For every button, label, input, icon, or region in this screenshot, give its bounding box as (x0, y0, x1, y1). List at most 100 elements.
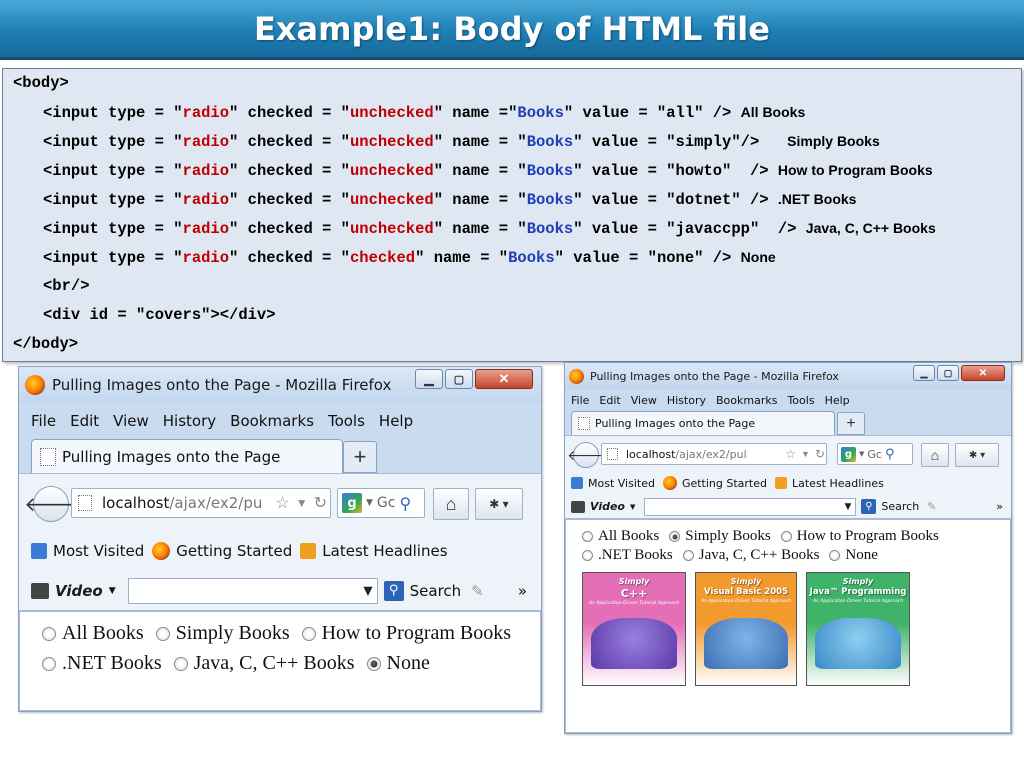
menu-tools[interactable]: Tools (787, 394, 814, 407)
menu-edit[interactable]: Edit (599, 394, 620, 407)
bookmark-star-icon[interactable]: ☆ (785, 447, 796, 461)
cover-illustration (815, 617, 901, 670)
radio-none[interactable] (829, 550, 841, 561)
menu-help[interactable]: Help (825, 394, 850, 407)
video-search-input[interactable] (127, 577, 378, 604)
engine-dropdown-icon[interactable]: ▼ (366, 498, 373, 508)
code-input-prefix: <input type = " (43, 249, 183, 267)
code-name-attr: " name =" (433, 104, 518, 122)
cover-title: C++ (620, 587, 648, 600)
maximize-icon[interactable]: ▢ (937, 365, 959, 381)
search-icon[interactable]: ⚲ (885, 447, 895, 462)
close-icon[interactable]: ✕ (961, 365, 1005, 381)
bookmark-getting-started[interactable]: Getting Started (152, 542, 292, 560)
addon-icon[interactable]: ✱ ▾ (955, 443, 999, 467)
radio-javaccpp[interactable] (682, 550, 694, 561)
back-arrow-icon[interactable]: 🡐 (567, 442, 605, 468)
search-box-placeholder: Gc (867, 447, 882, 461)
cover-subtitle: An Application-Driven Tutorial Approach (588, 601, 680, 606)
radio-all[interactable] (582, 531, 593, 542)
dropdown-arrow-icon[interactable]: ▼ (296, 496, 308, 510)
radio-label: Simply Books (175, 622, 290, 644)
menu-bookmarks[interactable]: Bookmarks (716, 394, 777, 407)
search-box-placeholder: Gc (376, 495, 396, 511)
cover-subtitle: An Application-Driven Tutorial Approach (812, 599, 904, 604)
addon-icon[interactable]: ✱ ▾ (475, 488, 523, 520)
search-button-label[interactable]: Search (410, 582, 462, 600)
code-checked-attr: " checked = " (229, 220, 350, 238)
minimize-icon[interactable]: ▁ (913, 365, 935, 381)
home-icon[interactable]: ⌂ (921, 443, 949, 467)
radio-dotnet[interactable] (582, 550, 593, 561)
close-icon[interactable]: ✕ (475, 369, 533, 389)
radio-howto[interactable] (780, 531, 792, 542)
pen-icon[interactable]: ✎ (471, 582, 484, 600)
code-value-attr: " value = "howto" /> (573, 162, 769, 180)
search-icon[interactable]: ⚲ (399, 494, 411, 513)
code-label: All Books (740, 104, 806, 120)
menu-bar: File Edit View History Bookmarks Tools H… (19, 407, 541, 435)
code-input-line: <input type = "radio" checked = "uncheck… (43, 189, 856, 209)
code-input-line: <input type = "radio" checked = "uncheck… (43, 218, 936, 238)
search-icon[interactable]: ⚲ (861, 499, 877, 514)
code-value-attr: " value = "dotnet" /> (573, 191, 769, 209)
menu-edit[interactable]: Edit (70, 412, 99, 430)
overflow-chevron-icon[interactable]: » (996, 500, 1003, 513)
bookmark-getting-started[interactable]: Getting Started (662, 476, 767, 490)
search-box[interactable]: g ▼ Gc ⚲ (837, 443, 913, 465)
bookmark-latest-headlines[interactable]: Latest Headlines (775, 477, 884, 490)
minimize-icon[interactable]: ▁ (415, 369, 443, 389)
radio-simply[interactable] (669, 531, 681, 542)
menu-bookmarks[interactable]: Bookmarks (230, 412, 314, 430)
new-tab-button[interactable]: + (343, 441, 377, 473)
dropdown-arrow-icon[interactable]: ▼ (801, 449, 810, 459)
code-value-attr: " value = "none" /> (554, 249, 732, 267)
code-input-prefix: <input type = " (43, 133, 183, 151)
radio-simply[interactable] (155, 626, 170, 641)
menu-view[interactable]: View (631, 394, 657, 407)
new-tab-button[interactable]: + (837, 412, 865, 435)
search-box[interactable]: g ▼ Gc ⚲ (337, 488, 425, 518)
menu-history[interactable]: History (163, 412, 216, 430)
menu-history[interactable]: History (667, 394, 706, 407)
menu-file[interactable]: File (571, 394, 589, 407)
bookmark-most-visited[interactable]: Most Visited (571, 477, 655, 490)
reload-icon[interactable]: ↻ (815, 447, 825, 461)
pen-icon[interactable]: ✎ (927, 500, 936, 513)
menu-help[interactable]: Help (379, 412, 413, 430)
maximize-icon[interactable]: ▢ (445, 369, 473, 389)
tab-active[interactable]: Pulling Images onto the Page (31, 439, 343, 473)
menu-file[interactable]: File (31, 412, 56, 430)
bookmark-star-icon[interactable]: ☆ (275, 493, 289, 513)
bookmark-most-visited[interactable]: Most Visited (31, 542, 144, 560)
video-dropdown-icon[interactable]: ▼ (109, 586, 116, 596)
search-icon[interactable]: ⚲ (383, 580, 404, 601)
video-dropdown-icon[interactable]: ▼ (630, 503, 635, 511)
bookmark-label: Latest Headlines (792, 476, 884, 490)
home-icon[interactable]: ⌂ (433, 488, 469, 520)
cover-series: Simply (842, 577, 874, 586)
cover-series: Simply (618, 577, 650, 586)
book-cover[interactable]: Simply Java™ Programming An Application-… (806, 572, 910, 686)
back-arrow-icon[interactable]: 🡐 (24, 486, 78, 522)
code-type-value: radio (182, 133, 230, 151)
reload-icon[interactable]: ↻ (314, 493, 327, 513)
code-checked-value: unchecked (349, 220, 434, 238)
radio-none[interactable] (366, 656, 381, 671)
radio-howto[interactable] (301, 626, 316, 641)
video-search-input[interactable] (644, 497, 857, 516)
bookmark-latest-headlines[interactable]: Latest Headlines (300, 542, 448, 560)
book-cover[interactable]: Simply Visual Basic 2005 An Application-… (695, 572, 797, 686)
menu-tools[interactable]: Tools (328, 412, 365, 430)
overflow-chevron-icon[interactable]: » (518, 582, 527, 600)
book-cover[interactable]: Simply C++ An Application-Driven Tutoria… (582, 572, 686, 686)
code-input-prefix: <input type = " (43, 162, 183, 180)
engine-dropdown-icon[interactable]: ▼ (859, 450, 864, 458)
tab-active[interactable]: Pulling Images onto the Page (571, 411, 835, 435)
radio-javaccpp[interactable] (173, 656, 188, 671)
page-icon (578, 417, 590, 430)
radio-dotnet[interactable] (42, 656, 56, 671)
menu-view[interactable]: View (113, 412, 149, 430)
search-button-label[interactable]: Search (881, 500, 919, 513)
radio-all[interactable] (42, 626, 56, 641)
